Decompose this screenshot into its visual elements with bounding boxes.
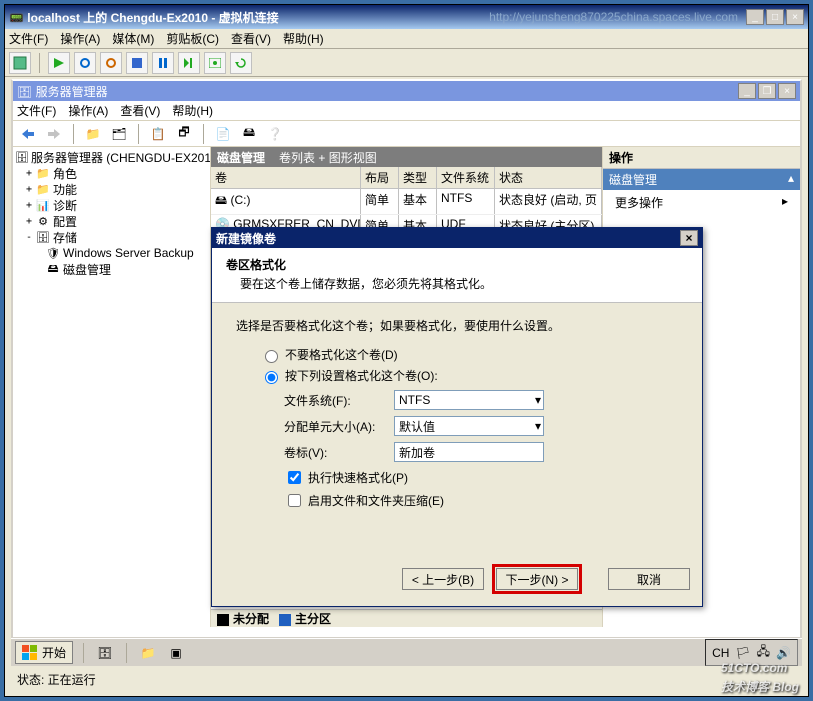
ctrl-alt-del-icon[interactable] (9, 52, 31, 74)
watermark-url: http://yejunsheng870225china.spaces.live… (489, 10, 738, 24)
vm-toolbar (5, 49, 808, 77)
windows-logo-icon (22, 645, 38, 661)
extra1-icon[interactable]: 📄 (212, 124, 234, 144)
close-button[interactable]: × (786, 9, 804, 25)
tray-network-icon[interactable]: 🖧 (757, 642, 770, 663)
menu-file[interactable]: 文件(F) (9, 30, 48, 47)
collapse-icon: ▴ (788, 171, 794, 188)
cancel-button[interactable]: 取消 (608, 568, 690, 590)
forward-icon[interactable] (43, 124, 65, 144)
new-mirror-volume-dialog: 新建镜像卷 × 卷区格式化 要在这个卷上储存数据，您必须先将其格式化。 选择是否… (211, 227, 703, 607)
actions-more[interactable]: 更多操作▸ (603, 190, 800, 215)
menu-action[interactable]: 操作(A) (60, 30, 100, 47)
tree-node-config[interactable]: +⚙配置 (15, 213, 208, 229)
properties-icon[interactable]: 🗗 (173, 124, 195, 144)
turnoff-icon[interactable] (74, 52, 96, 74)
next-button-highlight: 下一步(N) > (492, 564, 582, 594)
alloc-select[interactable]: 默认值▾ (394, 416, 544, 436)
dialog-prompt: 选择是否要格式化这个卷；如果要格式化，要使用什么设置。 (236, 317, 678, 334)
menu-clipboard[interactable]: 剪贴板(C) (166, 30, 219, 47)
vm-title: 📟 localhost 上的 Chengdu-Ex2010 - 虚拟机连接 (9, 9, 489, 26)
sm-title: 服务器管理器 (36, 85, 108, 99)
up-icon[interactable]: 📁 (82, 124, 104, 144)
extra2-icon[interactable]: 🖴 (238, 124, 260, 144)
tree-node-diag[interactable]: +📊诊断 (15, 197, 208, 213)
revert-icon[interactable] (230, 52, 252, 74)
tray-lang[interactable]: CH (712, 646, 729, 660)
tray-sound-icon[interactable]: 🔊 (776, 646, 791, 660)
tree-icon[interactable]: 🗂 (108, 124, 130, 144)
back-button[interactable]: < 上一步(B) (402, 568, 484, 590)
dialog-heading: 卷区格式化 (226, 256, 688, 273)
sm-menu-help[interactable]: 帮助(H) (172, 102, 213, 119)
tree-node-features[interactable]: +📁功能 (15, 181, 208, 197)
dialog-subheading: 要在这个卷上储存数据，您必须先将其格式化。 (240, 275, 688, 292)
field-label: 卷标(V): 新加卷 (284, 442, 678, 462)
nav-tree[interactable]: 🗄服务器管理器 (CHENGDU-EX2010 +📁角色 +📁功能 +📊诊断 +… (13, 147, 211, 627)
volume-label-input[interactable]: 新加卷 (394, 442, 544, 462)
sm-close-button[interactable]: × (778, 83, 796, 99)
field-alloc: 分配单元大小(A): 默认值▾ (284, 416, 678, 436)
tray-flag-icon[interactable]: 🏳 (735, 646, 750, 660)
taskbar-item-cmd[interactable]: ▣ (165, 643, 187, 663)
help-icon[interactable]: ❔ (264, 124, 286, 144)
sm-maximize-button[interactable]: ❐ (758, 83, 776, 99)
chevron-right-icon: ▸ (782, 194, 788, 211)
save-icon[interactable] (126, 52, 148, 74)
snapshot-icon[interactable] (204, 52, 226, 74)
system-tray[interactable]: CH 🏳 🖧 🔊 (705, 639, 798, 666)
tree-node-backup[interactable]: 🛡Windows Server Backup (15, 245, 208, 261)
back-icon[interactable] (17, 124, 39, 144)
shutdown-icon[interactable] (100, 52, 122, 74)
sm-menu-file[interactable]: 文件(F) (17, 102, 56, 119)
start-button[interactable]: 开始 (15, 641, 73, 664)
tree-node-diskmgmt[interactable]: 🖴磁盘管理 (15, 261, 208, 277)
sm-menu-action[interactable]: 操作(A) (68, 102, 108, 119)
volume-row-c[interactable]: 🖴 (C:) 简单 基本 NTFS 状态良好 (启动, 页 (211, 189, 602, 215)
next-button[interactable]: 下一步(N) > (496, 568, 578, 590)
pause-icon[interactable] (152, 52, 174, 74)
chevron-down-icon: ▾ (535, 393, 541, 407)
tree-node-roles[interactable]: +📁角色 (15, 165, 208, 181)
vm-title-bar[interactable]: 📟 localhost 上的 Chengdu-Ex2010 - 虚拟机连接 ht… (5, 5, 808, 29)
field-filesystem: 文件系统(F): NTFS▾ (284, 390, 678, 410)
tree-root[interactable]: 🗄服务器管理器 (CHENGDU-EX2010 (15, 149, 208, 165)
dialog-close-button[interactable]: × (680, 230, 698, 246)
radio-no-format[interactable]: 不要格式化这个卷(D) (260, 346, 678, 363)
menu-view[interactable]: 查看(V) (231, 30, 271, 47)
dm-title: 磁盘管理 (217, 149, 265, 166)
dm-legend: 未分配 主分区 (211, 609, 602, 627)
radio-format[interactable]: 按下列设置格式化这个卷(O): (260, 367, 678, 384)
menu-media[interactable]: 媒体(M) (112, 30, 154, 47)
sm-menu-view[interactable]: 查看(V) (120, 102, 160, 119)
sm-title-bar[interactable]: 🗄 服务器管理器 _ ❐ × (13, 81, 800, 101)
tree-node-storage[interactable]: -🗄存储 (15, 229, 208, 245)
reset-icon[interactable] (178, 52, 200, 74)
vm-window: 📟 localhost 上的 Chengdu-Ex2010 - 虚拟机连接 ht… (4, 4, 809, 697)
start-icon[interactable] (48, 52, 70, 74)
actions-header: 操作 (603, 147, 800, 169)
maximize-button[interactable]: □ (766, 9, 784, 25)
menu-help[interactable]: 帮助(H) (283, 30, 324, 47)
refresh-icon[interactable]: 📋 (147, 124, 169, 144)
check-compress[interactable]: 启用文件和文件夹压缩(E) (284, 491, 678, 510)
sm-toolbar: 📁 🗂 📋 🗗 📄 🖴 ❔ (13, 121, 800, 147)
taskbar-item-sm[interactable]: 🗄 (94, 643, 116, 663)
check-quick-format[interactable]: 执行快速格式化(P) (284, 468, 678, 487)
minimize-button[interactable]: _ (746, 9, 764, 25)
sm-minimize-button[interactable]: _ (738, 83, 756, 99)
vm-status-bar: 状态: 正在运行 (11, 670, 802, 688)
dialog-title-bar[interactable]: 新建镜像卷 × (212, 228, 702, 248)
dm-subtitle: 卷列表 + 图形视图 (279, 149, 377, 166)
filesystem-select[interactable]: NTFS▾ (394, 390, 544, 410)
dm-columns[interactable]: 卷 布局 类型 文件系统 状态 (211, 167, 602, 189)
actions-section[interactable]: 磁盘管理▴ (603, 169, 800, 190)
vm-menu-bar: 文件(F) 操作(A) 媒体(M) 剪贴板(C) 查看(V) 帮助(H) (5, 29, 808, 49)
sm-menu-bar: 文件(F) 操作(A) 查看(V) 帮助(H) (13, 101, 800, 121)
taskbar-item-explorer[interactable]: 📁 (137, 643, 159, 663)
chevron-down-icon: ▾ (535, 419, 541, 433)
taskbar[interactable]: 开始 🗄 📁 ▣ CH 🏳 🖧 🔊 (11, 638, 802, 666)
